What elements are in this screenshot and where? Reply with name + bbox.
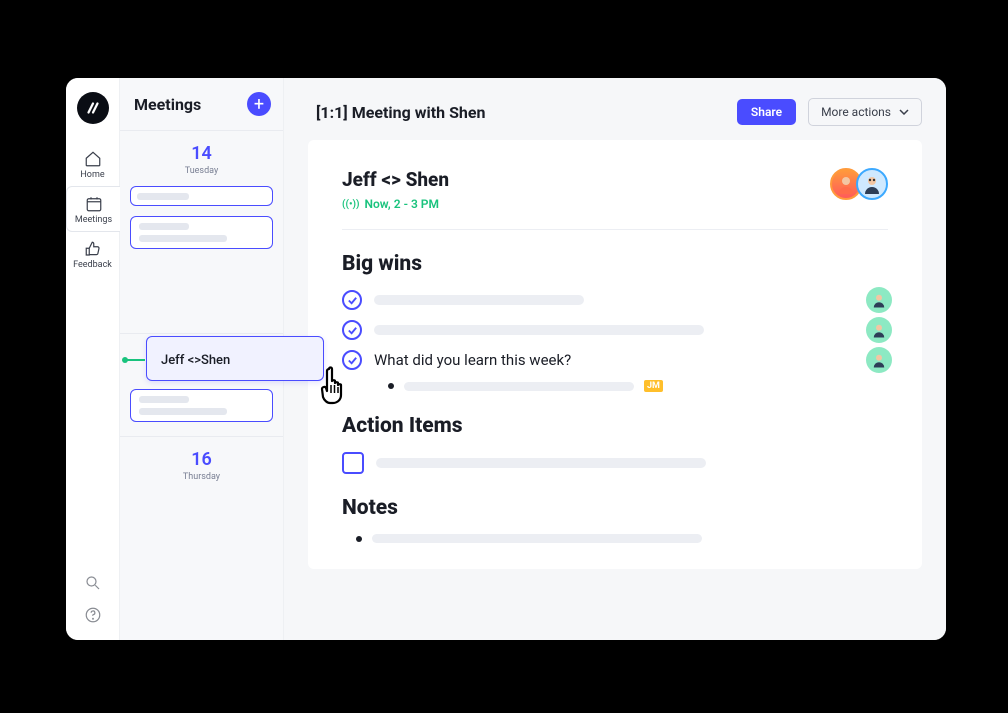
participant-avatars [830, 168, 888, 200]
help-icon[interactable] [84, 606, 102, 624]
active-event-card[interactable]: Jeff <>Shen [146, 336, 324, 381]
day-block: 14 Tuesday [120, 131, 283, 334]
share-button[interactable]: Share [737, 99, 796, 125]
live-icon: ((•)) [342, 199, 360, 210]
assignee-avatar[interactable] [866, 317, 892, 343]
day-number: 14 [130, 143, 273, 164]
event-tile[interactable] [130, 216, 273, 249]
active-event-title: Jeff <>Shen [161, 353, 230, 368]
rail-bottom [84, 574, 102, 624]
nav-rail: Home Meetings Feedback [66, 78, 120, 640]
assignee-avatar[interactable] [866, 347, 892, 373]
assignee-avatar[interactable] [866, 287, 892, 313]
section-action-items: Action Items [342, 414, 888, 474]
checklist-item[interactable]: What did you learn this week? [342, 350, 888, 370]
meeting-card: Jeff <> Shen ((•)) Now, 2 - 3 PM [308, 140, 922, 569]
rail-label: Meetings [75, 215, 112, 225]
note-item[interactable] [356, 534, 888, 543]
more-actions-label: More actions [821, 105, 891, 119]
bullet-icon [356, 536, 362, 542]
rail-label: Feedback [73, 260, 112, 270]
topbar: [1:1] Meeting with Shen Share More actio… [284, 78, 946, 140]
sidebar-title: Meetings [134, 95, 201, 114]
day-name: Tuesday [130, 166, 273, 176]
home-icon [84, 150, 102, 168]
day-number: 16 [130, 449, 273, 470]
event-tile[interactable] [130, 186, 273, 206]
checklist-item[interactable] [342, 290, 888, 310]
app-logo[interactable] [77, 92, 109, 124]
section-title: Action Items [342, 414, 888, 438]
section-title: Notes [342, 496, 888, 520]
check-circle-icon[interactable] [342, 290, 362, 310]
meetings-sidebar: Meetings + 14 Tuesday 15 Wednesday [120, 78, 284, 640]
event-tile[interactable] [130, 389, 273, 422]
rail-label: Home [80, 170, 104, 180]
avatar[interactable] [856, 168, 888, 200]
page-title: [1:1] Meeting with Shen [316, 103, 725, 122]
action-item[interactable] [342, 452, 888, 474]
day-block: 16 Thursday [120, 437, 283, 496]
caret-down-icon [899, 109, 909, 115]
bullet-icon [388, 383, 394, 389]
meeting-participants: Jeff <> Shen [342, 168, 449, 191]
rail-item-home[interactable]: Home [66, 142, 120, 186]
check-circle-icon[interactable] [342, 320, 362, 340]
search-icon[interactable] [84, 574, 102, 592]
rail-item-meetings[interactable]: Meetings [66, 186, 120, 232]
meeting-time-text: Now, 2 - 3 PM [365, 197, 439, 211]
section-big-wins: Big wins What did you learn this week? [342, 252, 888, 392]
user-badge: JM [644, 380, 663, 392]
calendar-icon [85, 195, 103, 213]
more-actions-button[interactable]: More actions [808, 98, 922, 126]
checklist-text: What did you learn this week? [374, 351, 571, 369]
add-meeting-button[interactable]: + [247, 92, 271, 116]
thumbs-up-icon [84, 240, 102, 258]
sub-bullet-item[interactable]: JM [388, 380, 888, 392]
day-name: Thursday [130, 472, 273, 482]
rail-item-feedback[interactable]: Feedback [66, 232, 120, 276]
section-title: Big wins [342, 252, 888, 276]
checkbox[interactable] [342, 452, 364, 474]
app-window: Home Meetings Feedback Meetings + 14 Tue… [66, 78, 946, 640]
section-notes: Notes [342, 496, 888, 543]
meeting-time: ((•)) Now, 2 - 3 PM [342, 197, 449, 211]
checklist-item[interactable] [342, 320, 888, 340]
main-content: [1:1] Meeting with Shen Share More actio… [284, 78, 946, 640]
pointer-cursor-icon [319, 365, 357, 411]
